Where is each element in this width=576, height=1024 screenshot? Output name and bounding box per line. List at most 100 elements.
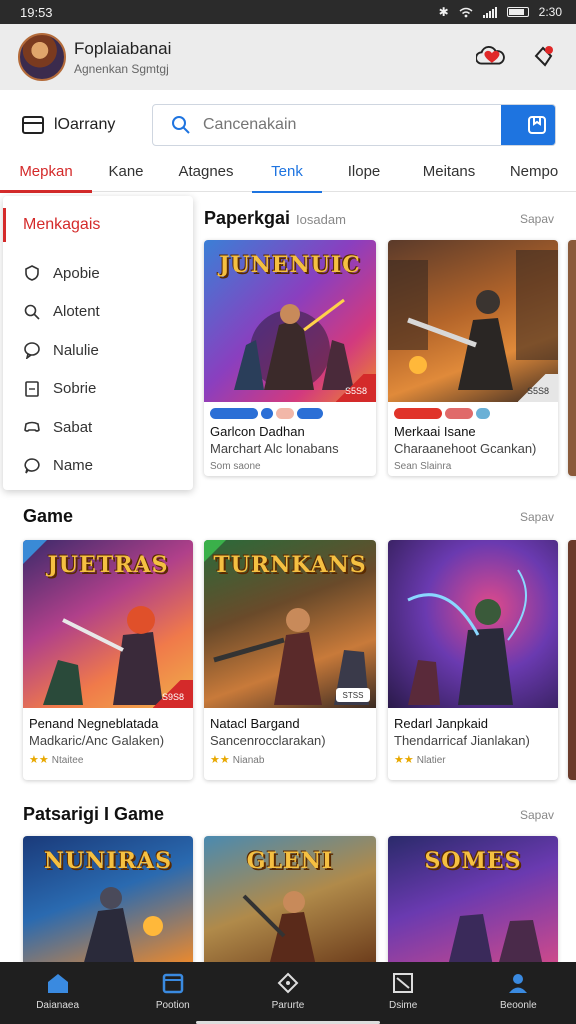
- section-title-text: Paperkgai: [204, 208, 291, 228]
- tab-kane[interactable]: Kane: [92, 150, 160, 192]
- game-card[interactable]: SOMES: [388, 836, 558, 966]
- tab-nempo[interactable]: Nempo: [492, 150, 576, 192]
- dropdown-item-apobie[interactable]: Apobie: [3, 254, 193, 293]
- header-actions: [476, 42, 558, 72]
- game-card-partial[interactable]: [568, 540, 576, 780]
- game-thumbnail: [388, 540, 558, 708]
- search-input[interactable]: [203, 116, 501, 134]
- game-thumbnail: JUETRAS S9S8: [23, 540, 193, 708]
- bottom-nav: Daianaea Pootion Parurte Dsime Beoonle: [0, 962, 576, 1024]
- game-card[interactable]: GLENI: [204, 836, 376, 966]
- nav-item-home[interactable]: Daianaea: [13, 972, 103, 1011]
- dropdown-item-label: Name: [53, 457, 94, 475]
- game-card[interactable]: TURNKANS STSS Natacl Bargand Sancenroccl…: [204, 540, 376, 780]
- dropdown-item-name[interactable]: Name: [3, 447, 193, 486]
- game-thumbnail: GLENI: [204, 836, 376, 966]
- game-thumbnail: TURNKANS STSS: [204, 540, 376, 708]
- grid-icon: [393, 972, 414, 993]
- status-bar: 19:53 ✱ 2:30: [0, 0, 576, 24]
- tab-meitans[interactable]: Meitans: [406, 150, 492, 192]
- game-card[interactable]: JUETRAS S9S8 Penand Negneblatada Madkari…: [23, 540, 193, 780]
- card-chips: [210, 408, 370, 419]
- heart-cloud-icon: [476, 45, 505, 65]
- card-meta: ★★ Nlatier: [394, 753, 552, 766]
- search-icon: [24, 304, 40, 320]
- search-row: lOarrany: [0, 100, 576, 150]
- profile-icon: [509, 973, 528, 993]
- search-icon: [172, 116, 190, 134]
- compass-icon: [277, 972, 299, 993]
- search-box[interactable]: [152, 104, 556, 146]
- chat-icon: [24, 342, 40, 360]
- game-art-title: GLENI: [246, 848, 334, 874]
- category-label: lOarrany: [54, 116, 116, 133]
- nav-item-library[interactable]: Pootion: [128, 972, 218, 1011]
- card-meta: ★★ Ntaitee: [29, 753, 187, 766]
- game-card-partial[interactable]: [568, 240, 576, 476]
- card-body: Natacl Bargand Sancenrocclarakan) ★★ Nian…: [204, 708, 376, 772]
- dropdown-item-alotent[interactable]: Alotent: [3, 293, 193, 332]
- game-art-title: TURNKANS: [213, 552, 367, 578]
- category-dropdown: Menkagais Apobie Alotent Nalulie Sobrie …: [3, 196, 193, 490]
- section-subtitle: Iosadam: [296, 212, 346, 227]
- rating-stars: ★★: [394, 754, 414, 766]
- card-subtitle: Sancenrocclarakan): [210, 733, 326, 748]
- see-more-link[interactable]: Sapav: [520, 808, 554, 822]
- game-thumbnail: NUNIRAS: [23, 836, 193, 966]
- price-tag: STSS: [336, 688, 370, 702]
- card-body: Merkaai Isane Charaanehoot Gcankan) Sean…: [388, 402, 558, 476]
- game-thumbnail: S5S8: [388, 240, 558, 402]
- favorites-button[interactable]: [476, 42, 506, 72]
- bell-icon: [534, 46, 553, 67]
- dropdown-item-sabat[interactable]: Sabat: [3, 408, 193, 447]
- game-art: [407, 569, 527, 705]
- search-submit-button[interactable]: [501, 105, 555, 145]
- shield-icon: [25, 265, 39, 282]
- game-thumbnail: JUNENUIC S5S8: [204, 240, 376, 402]
- card-subtitle: Marchart Alc lonabans: [210, 441, 339, 456]
- avatar[interactable]: [18, 33, 66, 81]
- status-icons: ✱ 2:30: [439, 5, 562, 19]
- card-subtitle: Thendarricaf Jianlakan): [394, 733, 530, 748]
- nav-label: Parurte: [271, 999, 305, 1011]
- price-tag: S5S8: [336, 374, 376, 402]
- see-more-link[interactable]: Sapav: [520, 510, 554, 524]
- card-title: Merkaai Isane: [394, 424, 476, 439]
- nav-item-explore[interactable]: Parurte: [243, 972, 333, 1011]
- dropdown-item-nalulie[interactable]: Nalulie: [3, 331, 193, 370]
- game-card[interactable]: S5S8 Merkaai Isane Charaanehoot Gcankan)…: [388, 240, 558, 476]
- card-meta: Sean Slainra: [394, 461, 452, 472]
- see-more-link[interactable]: Sapav: [520, 212, 554, 226]
- chat-bubble-icon: [24, 457, 40, 474]
- card-title: Penand Negneblatada: [29, 716, 159, 731]
- card-meta: Som saone: [210, 461, 261, 472]
- game-art-title: JUETRAS: [47, 552, 169, 578]
- tab-tenk[interactable]: Tenk: [252, 150, 322, 193]
- status-right-text: 2:30: [538, 5, 562, 19]
- battery-icon: [506, 7, 529, 17]
- game-card[interactable]: JUNENUIC S5S8 Garlcon Dadhan Marchart Al…: [204, 240, 376, 476]
- nav-item-grid[interactable]: Dsime: [358, 972, 448, 1011]
- signal-icon: [482, 6, 497, 18]
- dropdown-title: Menkagais: [3, 196, 193, 254]
- category-icon: [22, 116, 44, 134]
- user-subtitle: Agnenkan Sgmtgj: [74, 61, 169, 76]
- card-subtitle: Madkaric/Anc Galaken): [29, 733, 165, 748]
- category-button[interactable]: lOarrany: [22, 116, 152, 134]
- tab-mepkan[interactable]: Mepkan: [0, 150, 92, 193]
- nav-item-profile[interactable]: Beoonle: [473, 972, 563, 1011]
- game-art-title: NUNIRAS: [44, 848, 172, 874]
- bluetooth-icon: ✱: [438, 5, 449, 19]
- nav-label: Beoonle: [499, 999, 537, 1011]
- dropdown-item-sobrie[interactable]: Sobrie: [3, 370, 193, 409]
- dropdown-item-label: Nalulie: [53, 341, 99, 359]
- game-card[interactable]: NUNIRAS: [23, 836, 193, 966]
- tab-ilope[interactable]: Ilope: [322, 150, 406, 192]
- game-card[interactable]: Redarl Janpkaid Thendarricaf Jianlakan) …: [388, 540, 558, 780]
- card-meta-text: Ntaitee: [51, 755, 84, 766]
- card-title: Natacl Bargand: [210, 716, 300, 731]
- user-info: Foplaiabanai Agnenkan Sgmtgj: [74, 39, 171, 76]
- price-tag: S9S8: [153, 680, 193, 708]
- notifications-button[interactable]: [528, 42, 558, 72]
- tab-atagnes[interactable]: Atagnes: [160, 150, 252, 192]
